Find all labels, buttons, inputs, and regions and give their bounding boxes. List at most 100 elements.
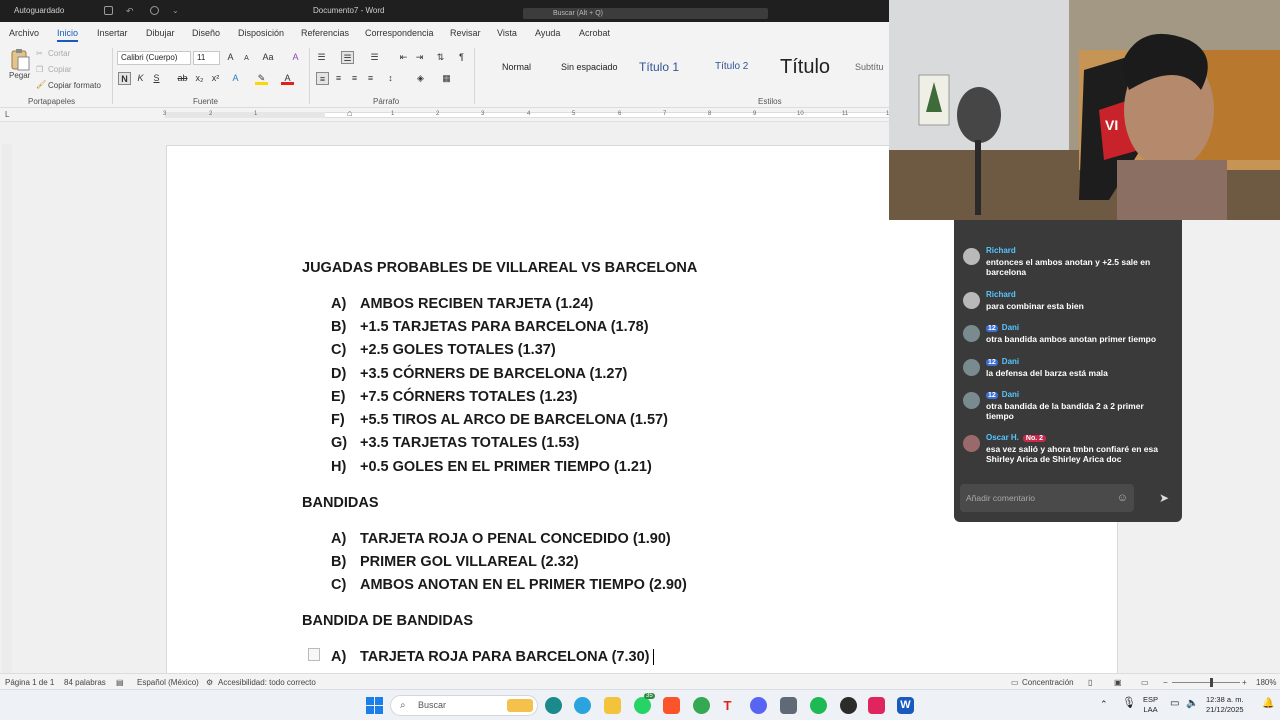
font-size-select[interactable]: 11 [193,51,220,65]
autosave-toggle[interactable]: Autoguardado [14,6,64,15]
zoom-out-icon[interactable]: − [1163,678,1168,687]
avatar[interactable] [963,435,980,452]
redo-icon[interactable] [150,6,159,15]
tab-archivo[interactable]: Archivo [9,28,39,38]
notifications-icon[interactable]: 🔔 [1262,699,1274,709]
cut-icon[interactable]: ✂ [36,49,43,58]
file-explorer-icon[interactable] [604,697,621,714]
horizontal-ruler[interactable]: L 3 2 1 ⌂ 1 2 3 4 5 6 7 8 9 10 11 12 [0,108,893,122]
paste-label[interactable]: Pegar [9,71,30,80]
send-icon[interactable]: ➤ [1159,491,1169,505]
shrink-font-icon[interactable]: A [240,52,253,65]
network-icon[interactable]: ▭ [1170,699,1179,709]
bold-icon[interactable]: N [118,72,131,85]
tab-dibujar[interactable]: Dibujar [146,28,175,38]
tab-ayuda[interactable]: Ayuda [535,28,560,38]
font-name-select[interactable]: Calibri (Cuerpo) [117,51,191,65]
increase-indent-icon[interactable]: ⇥ [413,51,426,64]
language-indicator[interactable]: ESP LAA [1143,695,1158,715]
print-layout-icon[interactable]: ▣ [1114,678,1122,687]
typora-icon[interactable]: T [719,697,736,714]
word-count[interactable]: 84 palabras [64,678,106,687]
multilevel-list-icon[interactable]: ☰ [368,51,381,64]
style-heading2[interactable]: Título 2 [715,52,748,82]
undo-icon[interactable]: ↶ [126,6,135,16]
avatar[interactable] [963,359,980,376]
tab-diseno[interactable]: Diseño [192,28,220,38]
chat-user-meta[interactable]: 12 Dani [986,323,1019,332]
taskbar-search-input[interactable]: ⌕ Buscar [390,695,538,716]
borders-icon[interactable]: ▦ [440,72,453,85]
clock[interactable]: 12:38 a. m. 21/12/2025 [1206,695,1244,715]
paste-icon[interactable] [9,48,31,72]
tray-overflow-icon[interactable]: ⌃ [1100,699,1108,709]
underline-icon[interactable]: S [150,72,163,85]
tab-disposicion[interactable]: Disposición [238,28,284,38]
chat-user-meta[interactable]: 12 Dani [986,357,1019,366]
save-icon[interactable] [104,6,113,15]
change-case-button[interactable]: Aa [258,51,278,64]
focus-mode[interactable]: Concentración [1022,678,1074,687]
calculator-icon[interactable] [780,697,797,714]
start-icon[interactable] [366,697,383,714]
subscript-icon[interactable]: x₂ [193,72,206,85]
bullets-icon[interactable]: ☰ [315,51,328,64]
copy-label[interactable]: Copiar [48,65,72,74]
spotify-icon[interactable] [810,697,827,714]
tab-correspondencia[interactable]: Correspondencia [365,28,434,38]
style-heading1[interactable]: Título 1 [639,52,679,82]
microphone-icon[interactable]: 🎙 [1122,698,1136,709]
web-layout-icon[interactable]: ▭ [1141,678,1149,687]
superscript-icon[interactable]: x² [209,72,222,85]
grow-font-icon[interactable]: A [224,51,237,64]
align-center-icon[interactable]: ≡ [332,72,345,85]
volume-icon[interactable]: 🔈 [1186,699,1198,709]
brave-icon[interactable] [663,697,680,714]
justify-icon[interactable]: ≡ [364,72,377,85]
read-mode-icon[interactable]: ▯ [1088,678,1092,687]
whatsapp-icon[interactable]: 35 [634,693,655,714]
format-painter-icon[interactable]: 🖌 [36,80,46,89]
tab-inicio[interactable]: Inicio [57,28,79,42]
font-color-icon[interactable]: A [281,72,294,85]
layout-options-icon[interactable] [308,648,320,661]
zoom-slider-thumb[interactable] [1210,678,1213,687]
text-effects-icon[interactable]: A [229,72,242,85]
page-count[interactable]: Página 1 de 1 [5,678,54,687]
edge-icon[interactable] [545,697,562,714]
chat-user-meta[interactable]: Oscar H. No. 2 [986,433,1047,442]
telegram-icon[interactable] [574,697,591,714]
focus-icon[interactable]: ▭ [1011,678,1019,687]
italic-icon[interactable]: K [134,72,147,85]
title-search-input[interactable]: Buscar (Alt + Q) [523,8,768,19]
avatar[interactable] [963,392,980,409]
proofing-icon[interactable]: ▤ [116,678,124,687]
highlight-icon[interactable]: ✎ [255,72,268,85]
emoji-icon[interactable]: ☺ [1117,484,1128,512]
tab-revisar[interactable]: Revisar [450,28,481,38]
avatar[interactable] [963,325,980,342]
cut-label[interactable]: Cortar [48,49,70,58]
align-left-icon[interactable]: ≡ [316,72,329,85]
language-status[interactable]: Español (México) [137,678,199,687]
accessibility-status[interactable]: Accesibilidad: todo correcto [218,678,316,687]
ruler-indent-marker[interactable]: ⌂ [347,108,352,118]
tab-insertar[interactable]: Insertar [97,28,128,38]
vertical-ruler[interactable] [2,144,12,674]
decrease-indent-icon[interactable]: ⇤ [397,51,410,64]
avatar[interactable] [963,248,980,265]
show-marks-icon[interactable]: ¶ [455,51,468,64]
tab-referencias[interactable]: Referencias [301,28,349,38]
accessibility-icon[interactable]: ⚙ [206,678,213,687]
discord-icon[interactable] [750,697,767,714]
chat-username[interactable]: Richard [986,290,1016,299]
numbering-icon[interactable]: ☰ [341,51,354,64]
clear-formatting-icon[interactable]: A [289,51,302,64]
tiktok-icon[interactable] [868,697,885,714]
tab-vista[interactable]: Vista [497,28,517,38]
shading-icon[interactable]: ◈ [414,72,427,85]
strikethrough-icon[interactable]: ab [176,72,189,85]
chat-comment-input[interactable]: Añadir comentario ☺ [960,484,1134,512]
style-normal[interactable]: Normal [502,52,531,82]
zoom-level[interactable]: 180% [1256,678,1276,687]
